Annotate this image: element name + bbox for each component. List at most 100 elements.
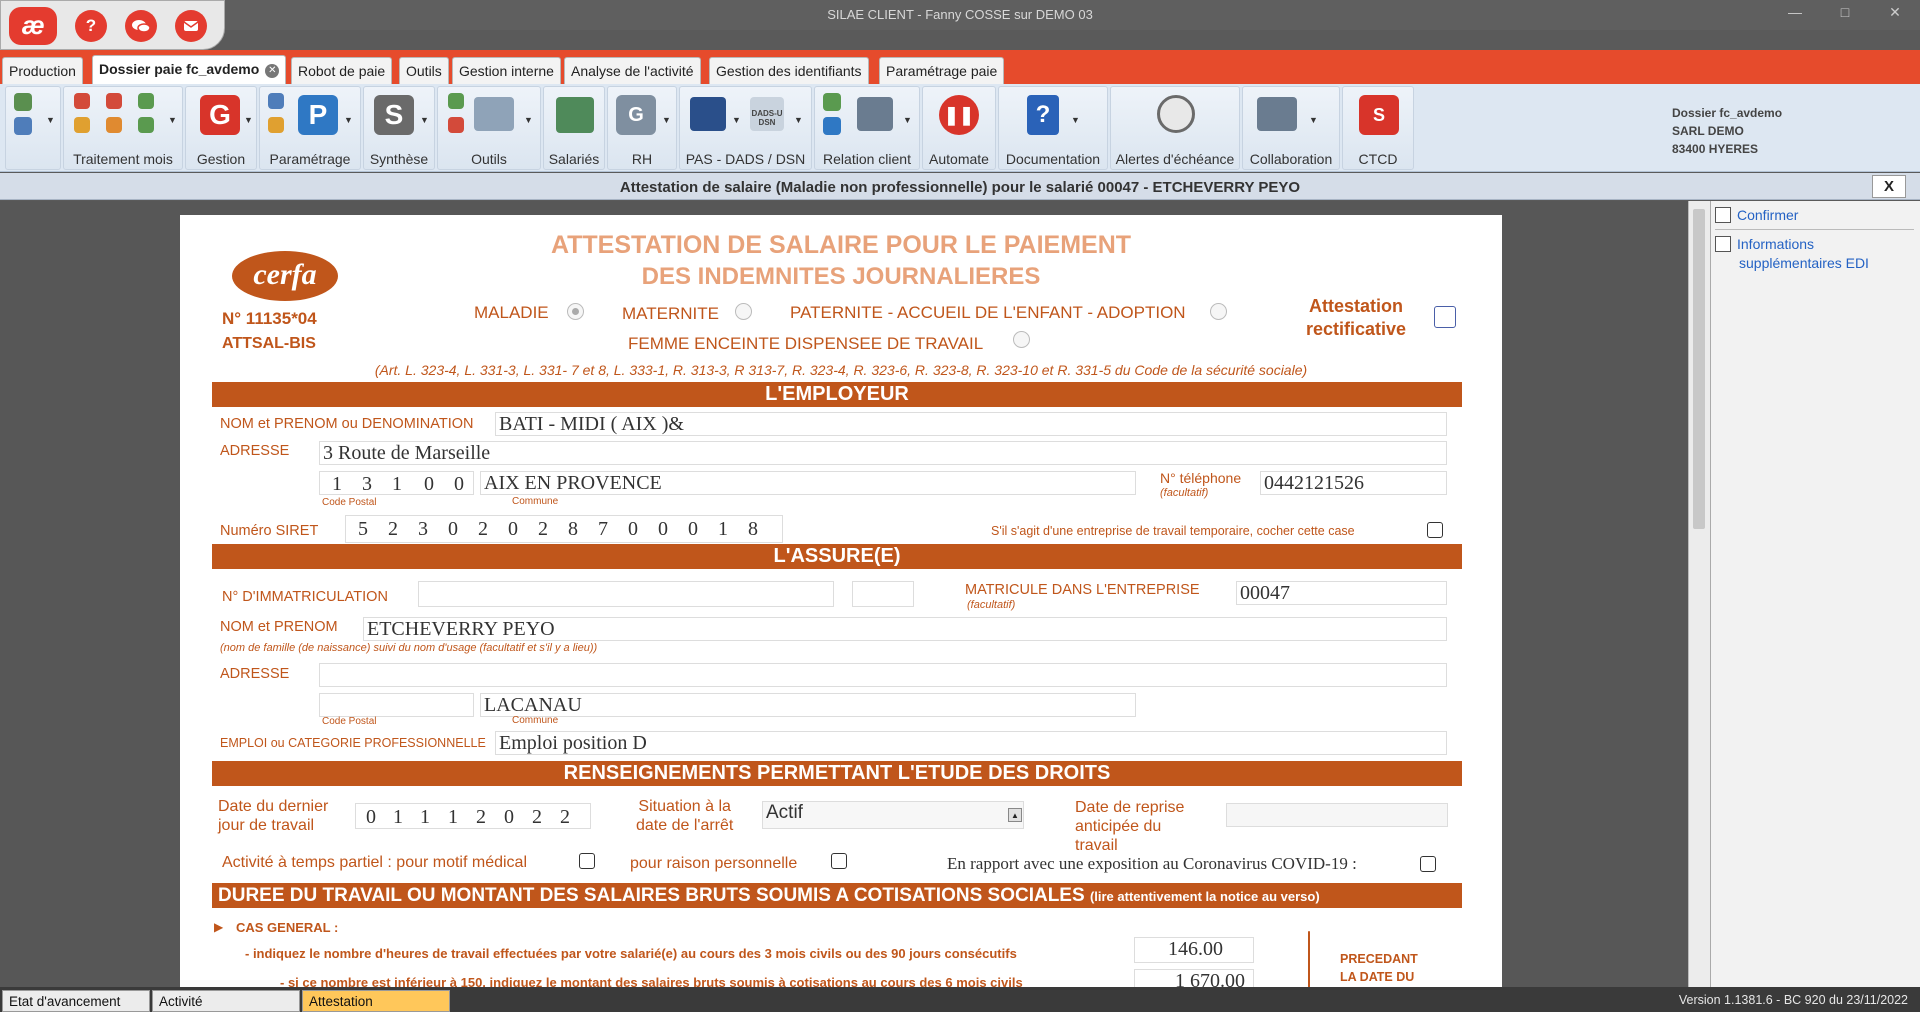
chevron-down-icon[interactable]: ▼: [903, 115, 912, 125]
situation-select[interactable]: Actif: [762, 801, 1024, 829]
minimize-button[interactable]: —: [1780, 4, 1810, 20]
chevron-down-icon[interactable]: ▼: [794, 115, 803, 125]
close-document-button[interactable]: X: [1872, 175, 1906, 198]
bank-icon[interactable]: [690, 97, 726, 131]
client-icon[interactable]: [823, 93, 841, 111]
interim-checkbox[interactable]: [1427, 522, 1443, 538]
calc-icon[interactable]: [106, 117, 122, 133]
employees-icon[interactable]: [556, 97, 594, 133]
covid-checkbox[interactable]: [1420, 856, 1436, 872]
clock-icon[interactable]: [1157, 95, 1195, 133]
heures-field[interactable]: 146.00: [1134, 937, 1254, 963]
chevron-down-icon[interactable]: ▼: [1309, 115, 1318, 125]
help-book-icon[interactable]: ?: [1027, 95, 1059, 135]
tab-dossier-paie[interactable]: Dossier paie fc_avdemo ✕: [92, 55, 287, 84]
femme-enceinte-radio[interactable]: [1013, 331, 1030, 348]
tab-gestion-interne[interactable]: Gestion interne: [452, 57, 561, 84]
emploi-field[interactable]: Emploi position D: [495, 731, 1447, 755]
server-icon[interactable]: [474, 97, 514, 131]
close-window-button[interactable]: ✕: [1880, 4, 1910, 21]
assure-nom-field[interactable]: ETCHEVERRY PEYO: [363, 617, 1447, 641]
motif-medical-checkbox[interactable]: [579, 853, 595, 869]
employeur-commune-field[interactable]: AIX EN PROVENCE: [480, 471, 1136, 495]
ribbon-group-pas-dads-dsn[interactable]: ▼ DADS-U DSN ▼ PAS - DADS / DSN: [679, 86, 812, 170]
chevron-down-icon[interactable]: ▼: [244, 115, 253, 125]
collaboration-icon[interactable]: [1257, 97, 1297, 131]
chevron-down-icon[interactable]: ▼: [420, 115, 429, 125]
tab-production[interactable]: Production: [2, 57, 83, 84]
chevron-down-icon[interactable]: ▼: [46, 115, 55, 125]
vertical-scrollbar[interactable]: [1688, 201, 1710, 987]
ribbon-group-salaries[interactable]: Salariés: [543, 86, 605, 170]
ribbon-group-rh[interactable]: G ▼ RH: [607, 86, 677, 170]
telephone-field[interactable]: 0442121526: [1260, 471, 1447, 495]
chat-icon[interactable]: [125, 10, 157, 42]
chevron-down-icon[interactable]: ▼: [732, 115, 741, 125]
ribbon-group-alertes[interactable]: Alertes d'échéance: [1110, 86, 1240, 170]
tab-gestion-identifiants[interactable]: Gestion des identifiants: [709, 57, 869, 84]
ribbon-group-collaboration[interactable]: ▼ Collaboration: [1242, 86, 1340, 170]
settings-icon[interactable]: [268, 117, 284, 133]
tab-outils[interactable]: Outils: [399, 57, 449, 84]
ribbon-group-documentation[interactable]: ? ▼ Documentation: [998, 86, 1108, 170]
chevron-down-icon[interactable]: ▼: [1071, 115, 1080, 125]
ribbon-group-automate[interactable]: ❚❚ Automate: [922, 86, 996, 170]
paternite-radio[interactable]: [1210, 303, 1227, 320]
users-icon[interactable]: [14, 93, 32, 111]
gestion-icon[interactable]: G: [200, 95, 240, 135]
tab-parametrage-paie[interactable]: Paramétrage paie: [879, 57, 1005, 84]
edi-info-action[interactable]: Informations supplémentaires EDI: [1715, 235, 1869, 273]
calc-icon[interactable]: [106, 93, 122, 109]
maximize-button[interactable]: □: [1830, 4, 1860, 20]
immatriculation-key-field[interactable]: [852, 581, 914, 607]
tab-analyse-activite[interactable]: Analyse de l'activité: [564, 57, 701, 84]
bottom-tab-activite[interactable]: Activité: [152, 990, 300, 1012]
dernier-jour-field[interactable]: [355, 803, 591, 829]
mail-icon[interactable]: [175, 10, 207, 42]
employeur-adresse-field[interactable]: 3 Route de Marseille: [319, 441, 1447, 465]
chevron-down-icon[interactable]: ▼: [524, 115, 533, 125]
assure-cp-field[interactable]: [319, 693, 474, 717]
confirm-action[interactable]: Confirmer: [1715, 207, 1798, 223]
pause-icon[interactable]: ❚❚: [939, 95, 979, 135]
tab-robot-de-paie[interactable]: Robot de paie: [291, 57, 393, 84]
calc-icon[interactable]: [138, 93, 154, 109]
client-icon[interactable]: [823, 117, 841, 135]
ribbon-group-outils[interactable]: ▼ Outils: [437, 86, 541, 170]
chevron-down-icon[interactable]: ▼: [344, 115, 353, 125]
chevron-down-icon[interactable]: ▼: [168, 115, 177, 125]
ribbon-group-relation-client[interactable]: ▼ Relation client: [814, 86, 920, 170]
matricule-field[interactable]: 00047: [1236, 581, 1447, 605]
ribbon-group-gestion[interactable]: G ▼ Gestion: [185, 86, 257, 170]
settings-icon[interactable]: [268, 93, 284, 109]
raison-personnelle-checkbox[interactable]: [831, 853, 847, 869]
assure-adresse-field[interactable]: [319, 663, 1447, 687]
ctcd-icon[interactable]: S: [1359, 95, 1399, 135]
chevron-down-icon[interactable]: ▼: [662, 115, 671, 125]
dropdown-arrow-icon[interactable]: ▲: [1008, 808, 1022, 822]
people-icon[interactable]: [857, 97, 893, 131]
bottom-tab-attestation[interactable]: Attestation: [302, 990, 450, 1012]
immatriculation-field[interactable]: [418, 581, 834, 607]
scrollbar-thumb[interactable]: [1693, 209, 1705, 529]
users-icon[interactable]: [14, 117, 32, 135]
calc-icon[interactable]: [138, 117, 154, 133]
dsn-icon[interactable]: DADS-U DSN: [750, 97, 784, 131]
reprise-date-field[interactable]: [1226, 803, 1448, 827]
app-logo[interactable]: æ: [9, 7, 57, 45]
maternite-radio[interactable]: [735, 303, 752, 320]
ribbon-group-quick[interactable]: ▼: [5, 86, 61, 170]
close-tab-icon[interactable]: ✕: [265, 64, 280, 78]
tool-icon[interactable]: [448, 117, 464, 133]
assure-commune-field[interactable]: LACANAU: [480, 693, 1136, 717]
ribbon-group-parametrage[interactable]: P ▼ Paramétrage: [259, 86, 361, 170]
ribbon-group-traitement-mois[interactable]: ▼ Traitement mois: [63, 86, 183, 170]
employeur-nom-field[interactable]: BATI - MIDI ( AIX )&: [495, 412, 1447, 436]
synthese-icon[interactable]: S: [374, 95, 414, 135]
rectificative-checkbox[interactable]: [1434, 306, 1456, 328]
ribbon-group-synthese[interactable]: S ▼ Synthèse: [363, 86, 435, 170]
calc-icon[interactable]: [74, 117, 90, 133]
calc-icon[interactable]: [74, 93, 90, 109]
rh-icon[interactable]: G: [616, 95, 656, 135]
parametrage-icon[interactable]: P: [298, 95, 338, 135]
